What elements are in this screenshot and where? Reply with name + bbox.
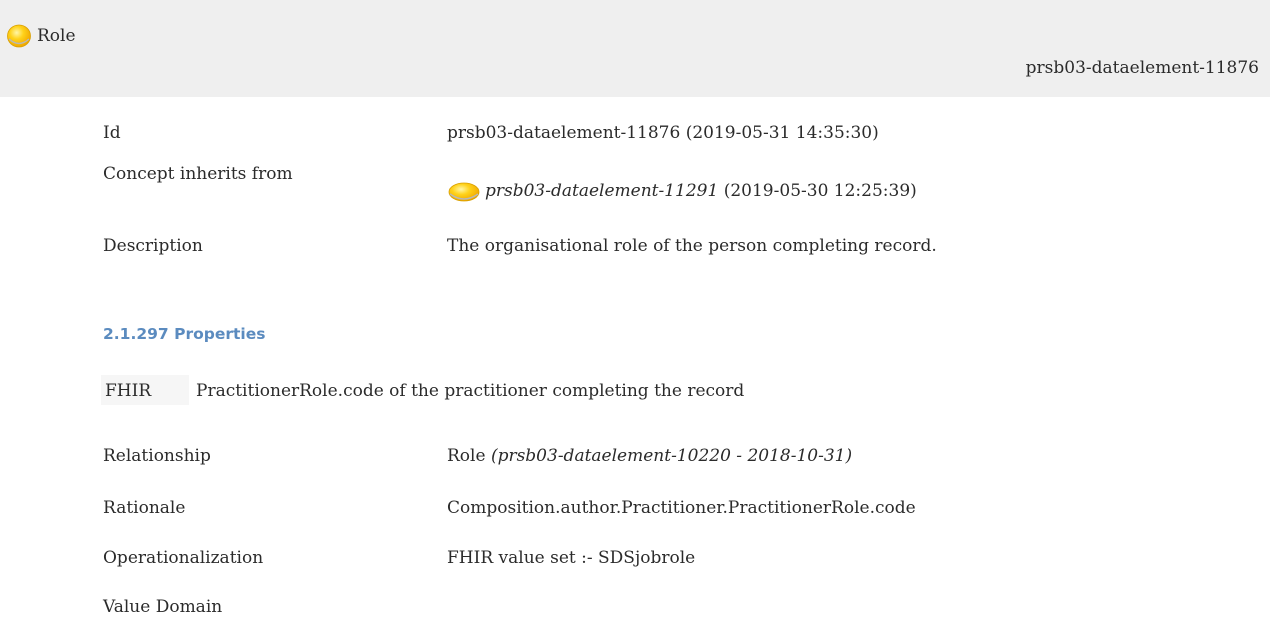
rationale-label: Rationale (103, 498, 186, 518)
concept-yellow-circle-icon (7, 24, 31, 48)
rationale-value: Composition.author.Practitioner.Practiti… (447, 498, 916, 518)
fhir-label: FHIR (105, 381, 152, 401)
relationship-name: Role (447, 446, 491, 466)
inherits-label: Concept inherits from (103, 164, 293, 184)
inherits-ref-link[interactable]: prsb03-dataelement-11291 (485, 181, 718, 201)
value-domain-label: Value Domain (103, 597, 223, 617)
id-value: prsb03-dataelement-11876 (2019-05-31 14:… (447, 123, 879, 143)
relationship-value: Role (prsb03-dataelement-10220 - 2018-10… (447, 445, 852, 467)
relationship-ref: (prsb03-dataelement-10220 - 2018-10-31) (490, 446, 853, 466)
fhir-mapping-text: PractitionerRole.code of the practitione… (196, 381, 745, 401)
concept-header: Role prsb03-dataelement-11876 (0, 0, 1270, 97)
operationalization-value: FHIR value set :- SDSjobrole (447, 548, 696, 568)
concept-title: Role (37, 26, 76, 46)
id-label: Id (103, 123, 121, 143)
properties-heading: 2.1.297 Properties (103, 325, 266, 343)
description-label: Description (103, 236, 203, 256)
concept-yellow-circle-icon (448, 182, 480, 202)
relationship-label: Relationship (103, 446, 211, 466)
operationalization-label: Operationalization (103, 548, 264, 568)
inherits-value: prsb03-dataelement-11291 (2019-05-30 12:… (447, 180, 917, 204)
concept-id-label: prsb03-dataelement-11876 (1025, 58, 1259, 78)
inherits-date: (2019-05-30 12:25:39) (718, 181, 917, 201)
description-value: The organisational role of the person co… (447, 236, 937, 256)
